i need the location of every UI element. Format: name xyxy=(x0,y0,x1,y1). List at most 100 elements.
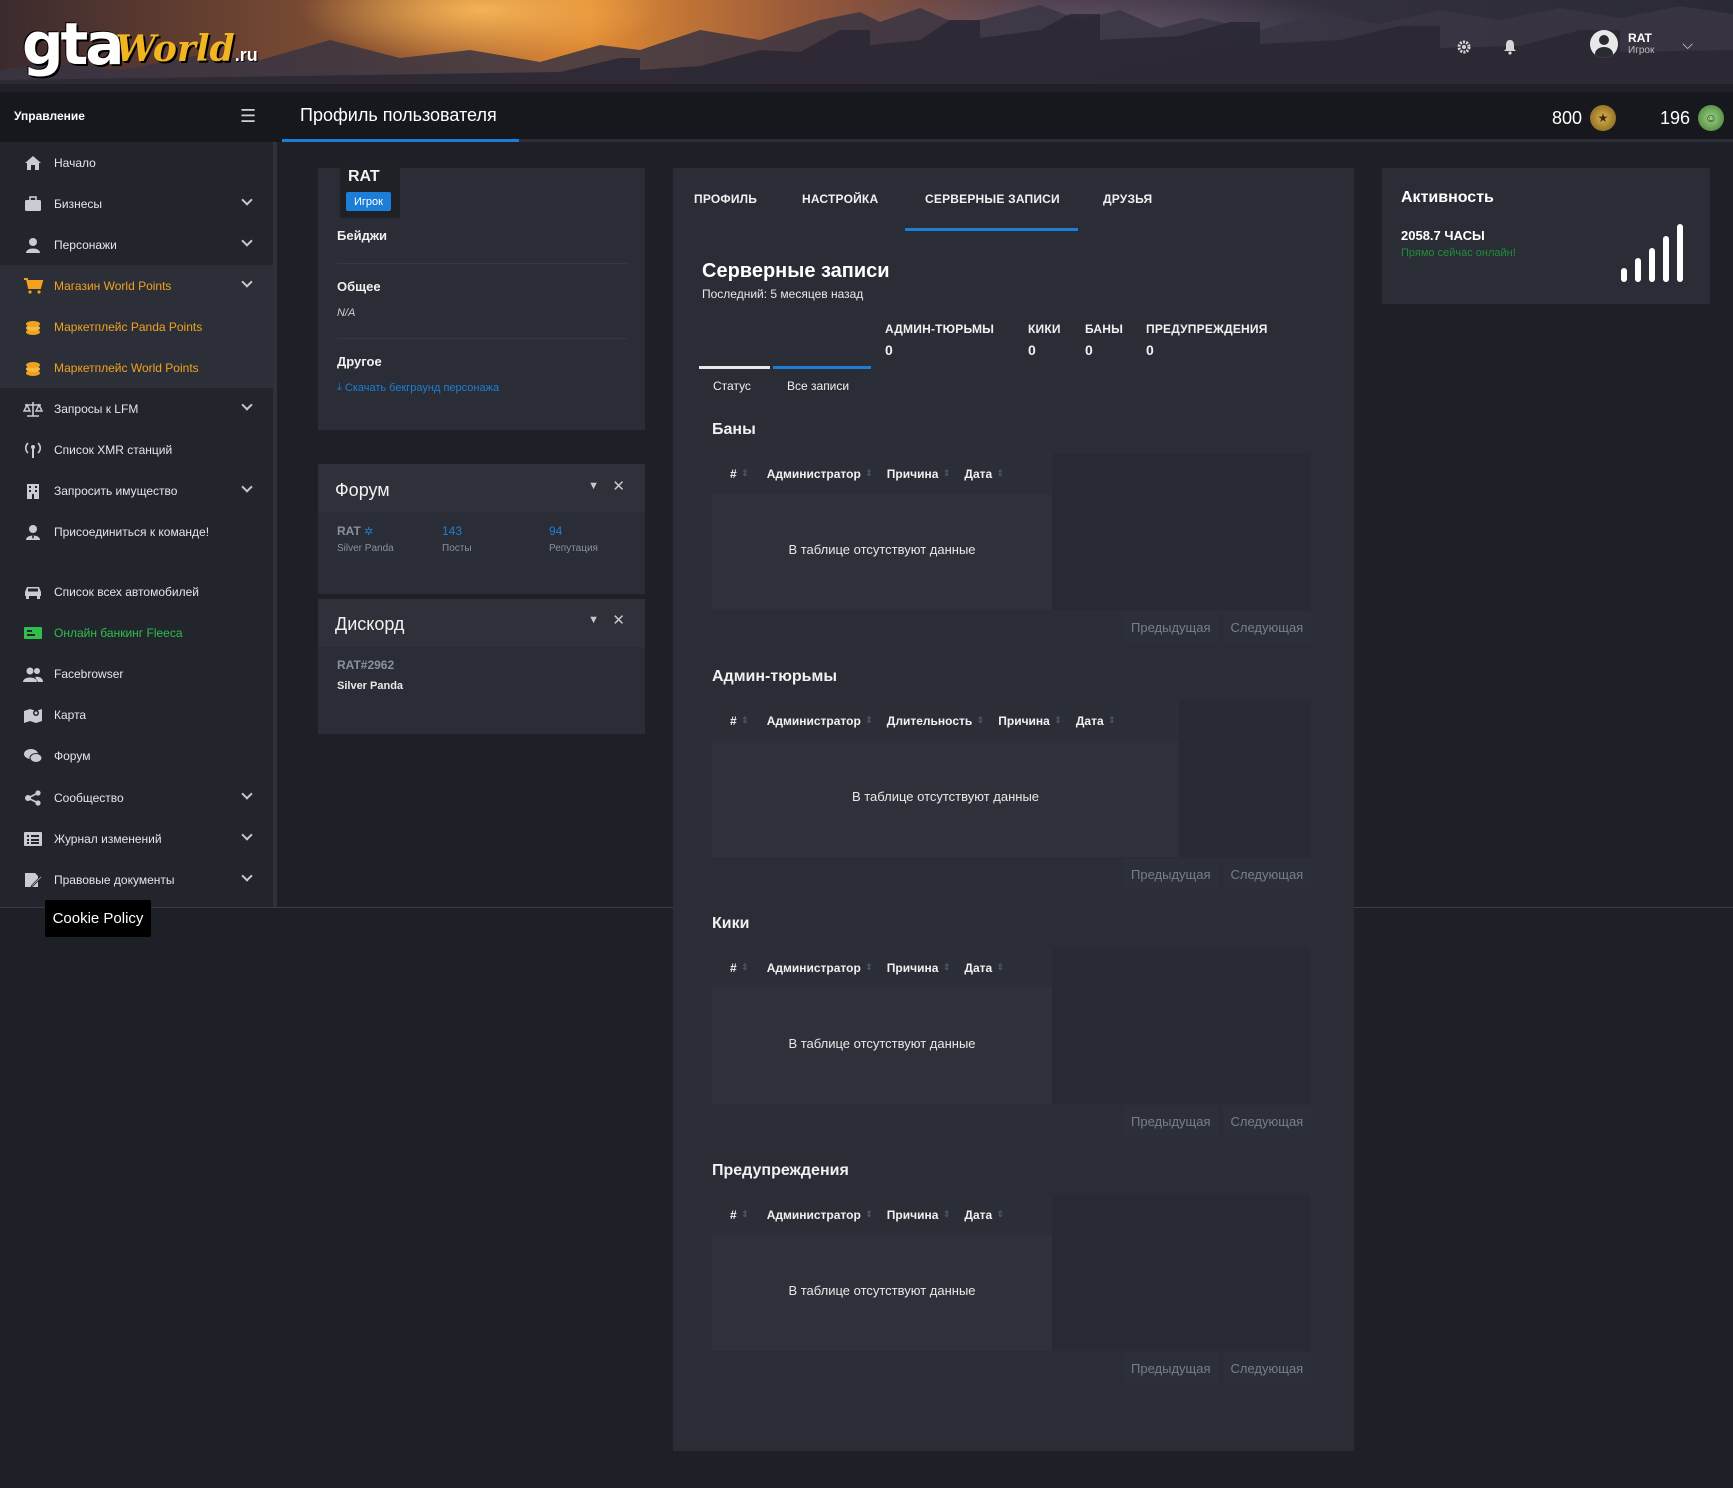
sidebar-item-xmr-stations[interactable]: Список XMR станций xyxy=(0,429,273,470)
sidebar-item-label: Запросить имущество xyxy=(54,483,178,498)
prev-page-button[interactable]: Предыдущая xyxy=(1123,859,1219,889)
collapse-caret-icon[interactable]: ▼ xyxy=(588,480,599,492)
general-value: N/A xyxy=(337,307,356,319)
column-header-date[interactable]: Дата xyxy=(964,467,1006,481)
forum-user[interactable]: RAT ✲ xyxy=(337,524,373,538)
subtab-all-records[interactable]: Все записи xyxy=(787,379,849,393)
chevron-down-icon xyxy=(241,481,253,493)
column-header-duration[interactable]: Длительность xyxy=(887,714,986,728)
bans-pagination: Предыдущая Следующая xyxy=(1123,612,1312,642)
forum-posts-label: Посты xyxy=(442,543,472,554)
forum-user-rank: Silver Panda xyxy=(337,543,394,554)
chevron-down-icon xyxy=(241,399,253,411)
column-header-admin[interactable]: Администратор xyxy=(767,1208,875,1222)
sidebar-item-community[interactable]: Сообщество xyxy=(0,777,273,818)
sidebar-item-panda-points-marketplace[interactable]: Маркетплейс Panda Points xyxy=(0,306,273,347)
forum-posts-value[interactable]: 143 xyxy=(442,524,462,538)
column-header-date[interactable]: Дата xyxy=(1076,714,1118,728)
sidebar-item-world-points-shop[interactable]: Магазин World Points xyxy=(0,265,273,306)
sidebar-item-legal-documents[interactable]: Правовые документы xyxy=(0,859,273,900)
gta-world-logo[interactable]: gta World .ru xyxy=(22,8,258,74)
next-page-button[interactable]: Следующая xyxy=(1222,859,1312,889)
next-page-button[interactable]: Следующая xyxy=(1222,1106,1312,1136)
sidebar-item-label: Карта xyxy=(54,707,87,722)
stat-label-kicks: КИКИ xyxy=(1028,322,1061,336)
sidebar-item-forum[interactable]: Форум xyxy=(0,735,273,776)
next-page-button[interactable]: Следующая xyxy=(1222,612,1312,642)
bans-table: # Администратор Причина Дата В таблице о… xyxy=(712,454,1310,610)
sidebar-item-changelog[interactable]: Журнал изменений xyxy=(0,818,273,859)
discord-tag: RAT#2962 xyxy=(337,658,395,672)
empty-table-message: В таблице отсутствуют данные xyxy=(851,789,1040,804)
tab-profile[interactable]: ПРОФИЛЬ xyxy=(694,192,757,206)
panda-points-balance[interactable]: 196 ☺ xyxy=(1660,105,1725,131)
page-title: Профиль пользователя xyxy=(300,105,497,125)
sidebar-item-facebrowser[interactable]: Facebrowser xyxy=(0,653,273,694)
column-header-number[interactable]: # xyxy=(730,467,751,481)
kicks-table: # Администратор Причина Дата В таблице о… xyxy=(712,948,1310,1104)
gear-icon[interactable] xyxy=(1451,34,1477,60)
hamburger-icon[interactable]: ☰ xyxy=(240,106,256,127)
empty-table-message: В таблице отсутствуют данные xyxy=(788,542,976,557)
forum-card: Форум ▼ ✕ RAT ✲ Silver Panda 143 Посты 9… xyxy=(318,464,645,594)
next-page-button[interactable]: Следующая xyxy=(1222,1353,1312,1383)
column-header-number[interactable]: # xyxy=(730,714,751,728)
management-label: Управление xyxy=(14,109,85,123)
sidebar-item-label: Список всех автомобилей xyxy=(54,584,199,599)
stat-label-warnings: ПРЕДУПРЕЖДЕНИЯ xyxy=(1146,322,1268,336)
prev-page-button[interactable]: Предыдущая xyxy=(1123,612,1219,642)
sidebar-item-home[interactable]: Начало xyxy=(0,142,273,183)
chevron-down-icon: ⌵ xyxy=(1682,35,1693,52)
column-header-admin[interactable]: Администратор xyxy=(767,714,875,728)
close-icon[interactable]: ✕ xyxy=(612,477,625,495)
bell-icon[interactable] xyxy=(1497,34,1523,60)
column-header-admin[interactable]: Администратор xyxy=(767,961,875,975)
sidebar-item-fleeca-banking[interactable]: Онлайн банкинг Fleeca xyxy=(0,612,273,653)
sidebar-item-businesses[interactable]: Бизнесы xyxy=(0,183,273,224)
cart-icon xyxy=(23,276,43,296)
sidebar-item-label: Магазин World Points xyxy=(54,278,172,293)
sidebar-item-label: Маркетплейс Panda Points xyxy=(54,319,203,334)
map-icon xyxy=(23,705,43,725)
download-background-link[interactable]: ⤓ Скачать бекграунд персонажа xyxy=(337,381,499,394)
sidebar-item-characters[interactable]: Персонажи xyxy=(0,224,273,265)
sidebar-item-label: Бизнесы xyxy=(54,196,103,211)
subtab-status[interactable]: Статус xyxy=(713,379,751,393)
download-link-label: Скачать бекграунд персонажа xyxy=(344,381,500,394)
warnings-pagination: Предыдущая Следующая xyxy=(1123,1353,1312,1383)
building-icon xyxy=(23,481,43,501)
sidebar-item-vehicles-list[interactable]: Список всех автомобилей xyxy=(0,571,273,612)
sidebar-item-world-points-marketplace[interactable]: Маркетплейс World Points xyxy=(0,347,273,388)
column-header-date[interactable]: Дата xyxy=(964,1208,1006,1222)
sidebar-item-request-property[interactable]: Запросить имущество xyxy=(0,470,273,511)
collapse-caret-icon[interactable]: ▼ xyxy=(588,614,599,626)
prev-page-button[interactable]: Предыдущая xyxy=(1123,1106,1219,1136)
column-header-number[interactable]: # xyxy=(730,961,751,975)
user-menu[interactable]: RAT Игрок ⌵ xyxy=(1590,30,1693,58)
tab-settings[interactable]: НАСТРОЙКА xyxy=(802,192,878,206)
column-header-reason[interactable]: Причина xyxy=(998,714,1064,728)
sidebar-item-label: Запросы к LFM xyxy=(54,401,139,416)
tab-friends[interactable]: ДРУЗЬЯ xyxy=(1103,192,1152,206)
close-icon[interactable]: ✕ xyxy=(612,611,625,629)
column-header-date[interactable]: Дата xyxy=(964,961,1006,975)
cookie-policy-button[interactable]: Cookie Policy xyxy=(45,900,151,937)
avatar xyxy=(1590,30,1619,58)
sidebar-item-join-team[interactable]: Присоединиться к команде! xyxy=(0,511,273,552)
column-header-reason[interactable]: Причина xyxy=(887,1208,953,1222)
column-header-admin[interactable]: Администратор xyxy=(767,467,875,481)
logo-gta: gta xyxy=(22,10,124,78)
column-header-reason[interactable]: Причина xyxy=(887,467,953,481)
tab-server-records[interactable]: СЕРВЕРНЫЕ ЗАПИСИ xyxy=(925,192,1060,206)
world-points-balance[interactable]: 800 ★ xyxy=(1552,105,1617,131)
column-header-reason[interactable]: Причина xyxy=(887,961,953,975)
chevron-down-icon xyxy=(241,276,253,288)
stat-label-bans: БАНЫ xyxy=(1085,322,1124,336)
sidebar-item-map[interactable]: Карта xyxy=(0,694,273,735)
column-header-number[interactable]: # xyxy=(730,1208,751,1222)
forum-rep-label: Репутация xyxy=(549,543,598,554)
prev-page-button[interactable]: Предыдущая xyxy=(1123,1353,1219,1383)
forum-rep-value[interactable]: 94 xyxy=(549,524,562,538)
sidebar-item-lfm-requests[interactable]: Запросы к LFM xyxy=(0,388,273,429)
sidebar-item-label: Присоединиться к команде! xyxy=(54,524,210,539)
